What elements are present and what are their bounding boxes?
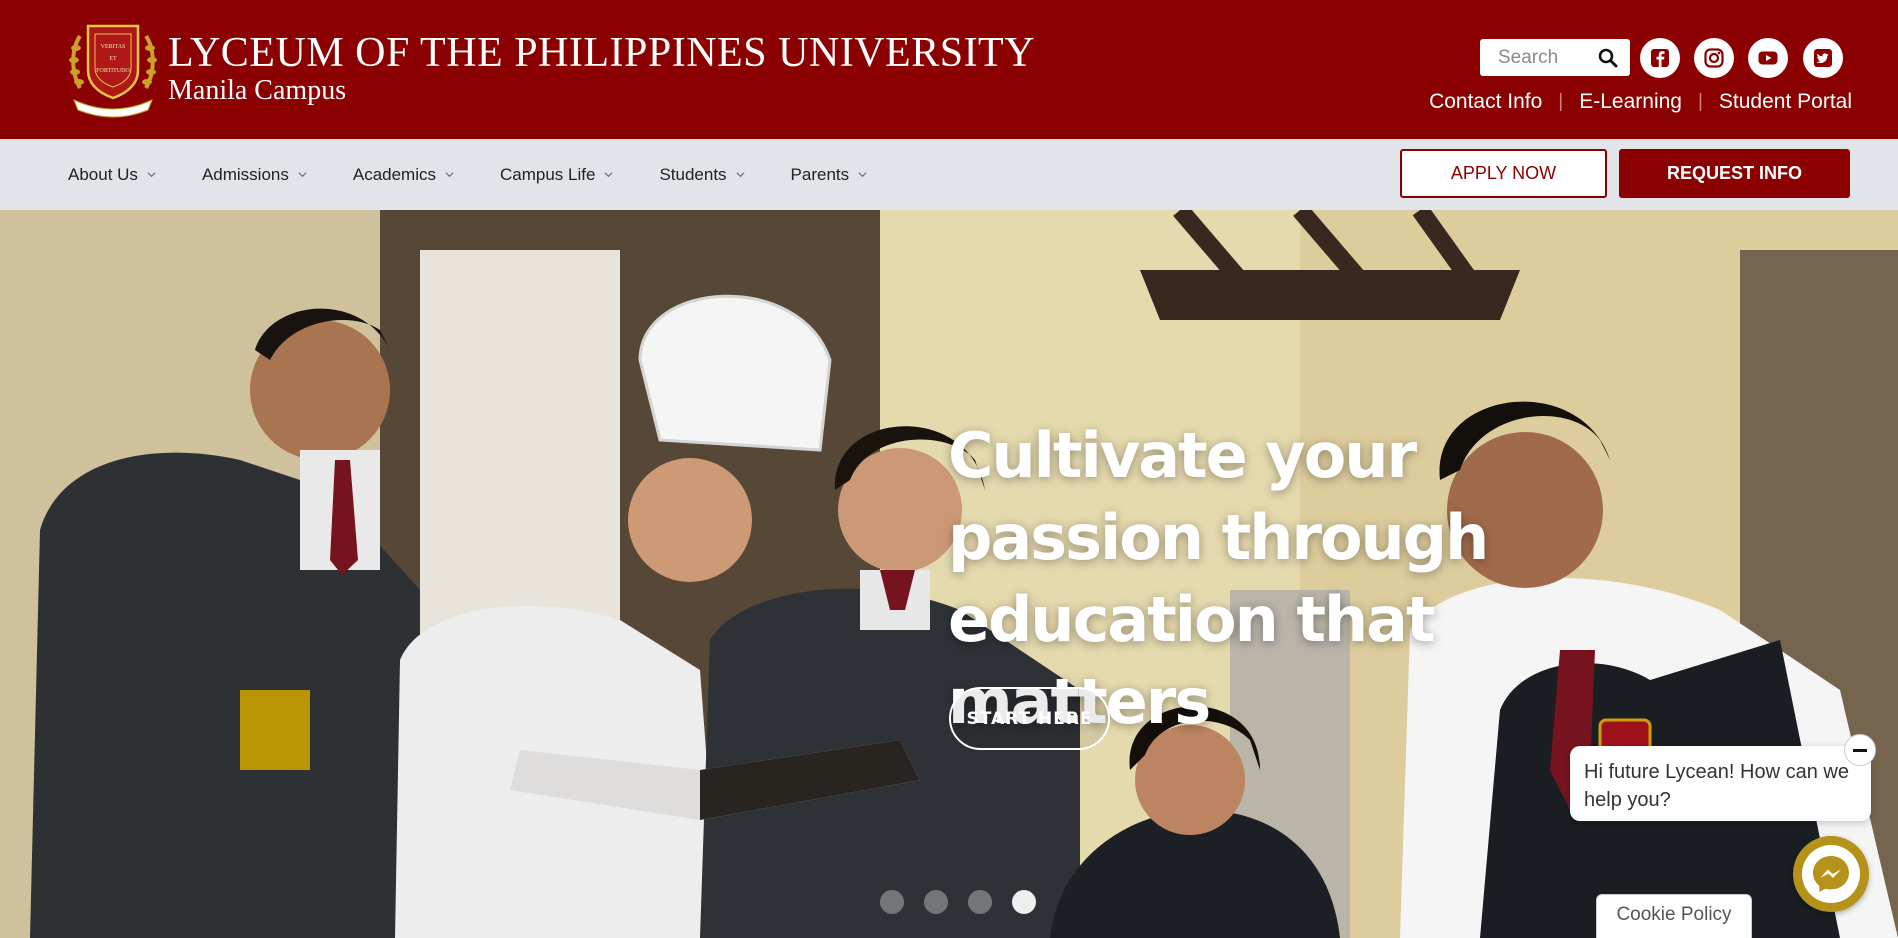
- chat-greeting-text: Hi future Lycean! How can we help you?: [1584, 761, 1849, 811]
- separator: |: [1697, 91, 1703, 112]
- twitter-icon: [1814, 49, 1832, 67]
- nav-item-about-us[interactable]: About Us: [68, 165, 156, 185]
- start-here-button[interactable]: START HERE: [949, 687, 1110, 750]
- facebook-icon: [1651, 49, 1669, 67]
- nav-item-academics[interactable]: Academics: [353, 165, 454, 185]
- nav-item-label: Parents: [790, 164, 850, 184]
- logo-subtitle: Manila Campus: [168, 75, 347, 106]
- student-portal-link[interactable]: Student Portal: [1719, 90, 1852, 114]
- search-icon[interactable]: [1598, 48, 1618, 68]
- chevron-down-icon: [858, 172, 867, 178]
- nav-menu: About Us Admissions Academics Campus Lif…: [68, 139, 913, 210]
- messenger-icon: [1813, 856, 1849, 892]
- chat-greeting-bubble[interactable]: Hi future Lycean! How can we help you?: [1570, 746, 1871, 821]
- search-box: [1480, 39, 1630, 76]
- logo-wordmark: LYCEUM OF THE PHILIPPINES UNIVERSITY Man…: [168, 18, 1035, 106]
- nav-item-label: Students: [659, 164, 727, 184]
- main-navigation: About Us Admissions Academics Campus Lif…: [0, 139, 1898, 210]
- slide-dot-4-active[interactable]: [1012, 890, 1036, 914]
- nav-item-label: Campus Life: [500, 164, 596, 184]
- cookie-policy-tab[interactable]: Cookie Policy: [1596, 894, 1752, 938]
- slider-dots: [880, 890, 1056, 914]
- utility-links: Contact Info | E-Learning | Student Port…: [1429, 90, 1852, 114]
- nav-item-label: Admissions: [201, 164, 289, 184]
- chat-minimize-button[interactable]: [1844, 734, 1876, 766]
- chevron-down-icon: [736, 172, 745, 178]
- university-crest-logo: VERITAS ET FORTITUDO: [69, 24, 157, 118]
- youtube-icon: [1758, 51, 1778, 65]
- chevron-down-icon: [445, 172, 454, 178]
- nav-item-label: Academics: [352, 164, 436, 184]
- chevron-down-icon: [604, 172, 613, 178]
- messenger-chat-button[interactable]: [1793, 836, 1869, 912]
- slide-dot-3[interactable]: [968, 890, 992, 914]
- apply-now-button[interactable]: APPLY NOW: [1400, 149, 1607, 198]
- e-learning-link[interactable]: E-Learning: [1579, 90, 1682, 114]
- university-logo-link[interactable]: VERITAS ET FORTITUDO LYCEUM OF THE PHILI…: [68, 18, 1035, 118]
- crest-motto-bot: FORTITUDO: [96, 68, 130, 74]
- nav-item-campus-life[interactable]: Campus Life: [500, 165, 613, 185]
- crest-motto-mid: ET: [109, 56, 117, 62]
- twitter-button[interactable]: [1803, 38, 1843, 78]
- site-header: VERITAS ET FORTITUDO LYCEUM OF THE PHILI…: [0, 0, 1898, 139]
- request-info-button[interactable]: REQUEST INFO: [1619, 149, 1850, 198]
- search-input[interactable]: [1498, 46, 1598, 69]
- facebook-button[interactable]: [1640, 38, 1680, 78]
- minus-icon: [1853, 748, 1867, 752]
- nav-item-students[interactable]: Students: [659, 164, 745, 185]
- contact-info-link[interactable]: Contact Info: [1429, 90, 1542, 114]
- youtube-button[interactable]: [1748, 38, 1788, 78]
- nav-item-label: About Us: [68, 164, 138, 184]
- crest-motto-top: VERITAS: [101, 44, 126, 50]
- cookie-policy-label: Cookie Policy: [1616, 904, 1732, 925]
- instagram-icon: [1704, 48, 1724, 68]
- separator: |: [1558, 91, 1564, 112]
- slide-dot-1[interactable]: [880, 890, 904, 914]
- chevron-down-icon: [147, 172, 156, 178]
- chevron-down-icon: [298, 172, 307, 178]
- instagram-button[interactable]: [1694, 38, 1734, 78]
- logo-title: LYCEUM OF THE PHILIPPINES UNIVERSITY: [168, 30, 1036, 76]
- slide-dot-2[interactable]: [924, 890, 948, 914]
- messenger-icon-wrap: [1802, 845, 1860, 903]
- nav-item-admissions[interactable]: Admissions: [202, 165, 307, 185]
- hero-slider: Cultivate your passion through education…: [0, 210, 1898, 938]
- nav-item-parents[interactable]: Parents: [791, 165, 868, 185]
